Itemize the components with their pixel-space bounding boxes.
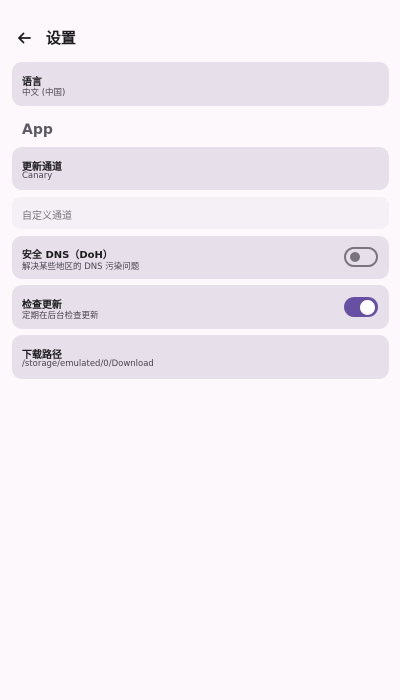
check-updates-subtitle: 定期在后台检查更新 <box>22 311 99 321</box>
language-value: 中文 (中国) <box>22 88 66 98</box>
secure-dns-setting[interactable]: 安全 DNS（DoH） 解决某些地区的 DNS 污染问题 <box>12 236 389 279</box>
section-header-app: App <box>22 122 53 138</box>
secure-dns-title: 安全 DNS（DoH） <box>22 250 113 261</box>
arrow-left-icon <box>18 32 31 44</box>
secure-dns-switch[interactable] <box>344 247 378 267</box>
language-setting[interactable]: 语言 中文 (中国) <box>12 62 389 106</box>
check-updates-setting[interactable]: 检查更新 定期在后台检查更新 <box>12 285 389 329</box>
custom-channel-placeholder: 自定义通道 <box>22 211 72 222</box>
download-path-setting[interactable]: 下载路径 /storage/emulated/0/Download <box>12 335 389 379</box>
switch-knob <box>360 299 375 315</box>
custom-channel-input[interactable]: 自定义通道 <box>12 197 389 229</box>
page-title: 设置 <box>46 29 77 47</box>
switch-knob <box>350 252 360 262</box>
update-channel-value: Canary <box>22 171 53 181</box>
secure-dns-subtitle: 解决某些地区的 DNS 污染问题 <box>22 262 140 272</box>
check-updates-switch[interactable] <box>344 297 378 317</box>
back-button[interactable] <box>10 24 38 52</box>
update-channel-setting[interactable]: 更新通道 Canary <box>12 147 389 190</box>
download-path-value: /storage/emulated/0/Download <box>22 359 154 369</box>
